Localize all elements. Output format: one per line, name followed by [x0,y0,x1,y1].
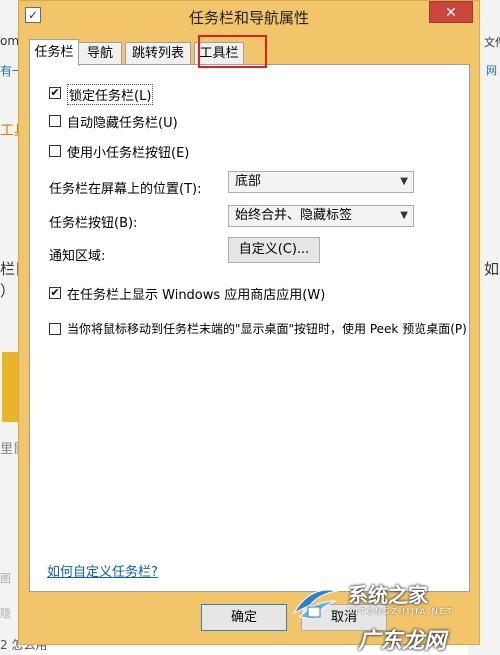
taskbar-settings-pane: ✔ 锁定任务栏(L) 自动隐藏任务栏(U) 使用小任务栏按钮(E) 任务栏在屏幕… [29,64,470,592]
tab-jump-lists[interactable]: 跳转列表 [125,42,191,65]
properties-dialog: ✓ 任务栏和导航属性 ✕ 任务栏 导航 跳转列表 工具栏 ✔ 锁定任务栏(L) … [18,0,480,645]
tab-strip: 任务栏 导航 跳转列表 工具栏 [29,35,469,68]
small-buttons-checkbox[interactable] [49,145,61,157]
chevron-down-icon: ▼ [400,176,408,187]
auto-hide-checkbox[interactable] [49,115,61,127]
show-store-apps-checkbox[interactable]: ✔ [49,287,61,299]
background-fragment: ） [0,282,16,300]
tab-taskbar[interactable]: 任务栏 [29,39,79,66]
chevron-down-icon: ▼ [400,210,408,221]
title-bar[interactable]: ✓ 任务栏和导航属性 ✕ [19,1,479,33]
show-store-apps-label[interactable]: 在任务栏上显示 Windows 应用商店应用(W) [67,284,325,303]
background-fragment: 隐 [0,607,11,620]
lock-taskbar-checkbox[interactable]: ✔ [49,87,61,99]
watermark-logo-icon [292,589,339,620]
background-fragment: 图 [0,572,11,585]
position-label: 任务栏在屏幕上的位置(T): [49,182,202,197]
background-fragment: om [0,34,20,48]
background-image-fragment [2,352,18,422]
lock-taskbar-label[interactable]: 锁定任务栏(L) [67,84,154,105]
watermark: 系统之家 XITONGZHIJIA.NET 广东龙网 [290,575,490,655]
buttons-select-value: 始终合并、隐藏标签 [235,208,353,223]
watermark-brand: 广东龙网 [358,629,447,654]
tab-navigation[interactable]: 导航 [78,42,122,65]
buttons-label: 任务栏按钮(B): [49,216,138,231]
close-button[interactable]: ✕ [429,1,473,23]
background-fragment: 文件 [484,36,500,49]
small-buttons-label[interactable]: 使用小任务栏按钮(E) [67,142,189,161]
window-title: 任务栏和导航属性 [188,9,309,27]
background-fragment: 网 [486,64,497,77]
peek-checkbox[interactable] [49,323,61,335]
notification-area-label: 通知区域: [49,249,106,264]
help-link[interactable]: 如何自定义任务栏? [47,561,158,580]
background-fragment: 如 [484,260,500,278]
position-select-value: 底部 [235,174,262,189]
highlight-box [198,35,267,68]
watermark-domain: XITONGZHIJIA.NET [348,607,454,616]
auto-hide-label[interactable]: 自动隐藏任务栏(U) [67,112,178,131]
watermark-name: 系统之家 [348,583,428,607]
buttons-select[interactable]: 始终合并、隐藏标签 ▼ [228,205,414,227]
position-select[interactable]: 底部 ▼ [228,171,414,193]
ok-button[interactable]: 确定 [201,604,287,631]
peek-label[interactable]: 当你将鼠标移动到任务栏末端的"显示桌面"按钮时，使用 Peek 预览桌面(P) [67,320,467,337]
customize-button[interactable]: 自定义(C)... [228,237,320,263]
